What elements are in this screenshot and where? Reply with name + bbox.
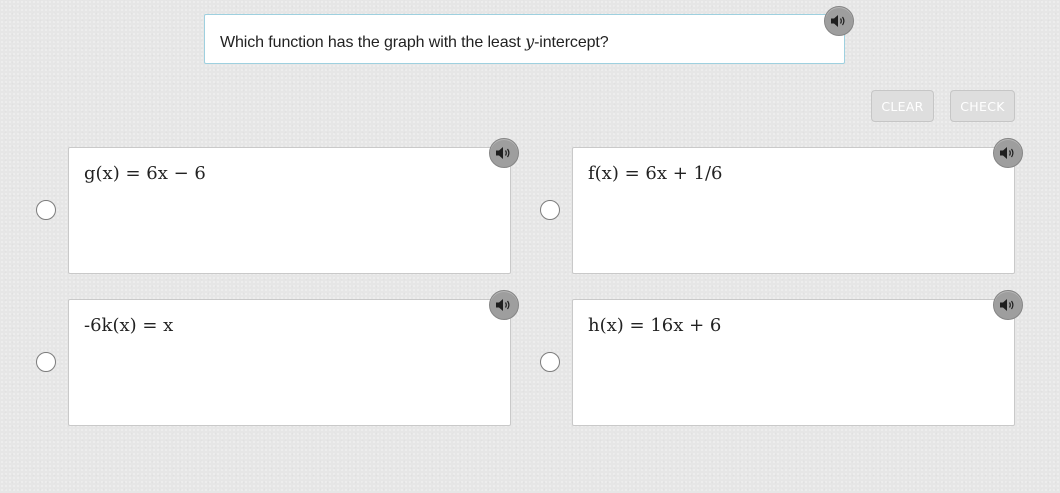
speaker-icon — [496, 299, 510, 311]
answer-option-4[interactable]: h(x) = 16x + 6 — [572, 299, 1015, 426]
answer-option-4-audio-button[interactable] — [993, 290, 1023, 320]
answer-radio-2[interactable] — [540, 200, 560, 220]
answer-option-2[interactable]: f(x) = 6x + 1/6 — [572, 147, 1015, 274]
question-variable: y — [525, 32, 535, 51]
question-audio-button[interactable] — [824, 6, 854, 36]
answer-option-1[interactable]: g(x) = 6x − 6 — [68, 147, 511, 274]
answer-option-1-text: g(x) = 6x − 6 — [84, 163, 206, 184]
clear-button[interactable]: CLEAR — [871, 90, 934, 122]
answer-radio-3[interactable] — [36, 352, 56, 372]
check-button[interactable]: CHECK — [950, 90, 1015, 122]
question-prompt: Which function has the graph with the le… — [204, 14, 845, 64]
answer-option-2-audio-button[interactable] — [993, 138, 1023, 168]
answer-option-2-text: f(x) = 6x + 1/6 — [588, 163, 723, 184]
speaker-icon — [1000, 147, 1014, 159]
question-text-suffix: -intercept? — [534, 34, 609, 51]
answer-option-3-audio-button[interactable] — [489, 290, 519, 320]
answer-option-1-audio-button[interactable] — [489, 138, 519, 168]
speaker-icon — [496, 147, 510, 159]
speaker-icon — [1000, 299, 1014, 311]
answer-option-3-text: -6k(x) = x — [84, 315, 174, 336]
question-text: Which function has the graph with the le… — [220, 32, 609, 52]
speaker-icon — [831, 15, 845, 27]
answer-radio-4[interactable] — [540, 352, 560, 372]
answer-option-4-text: h(x) = 16x + 6 — [588, 315, 722, 336]
answer-radio-1[interactable] — [36, 200, 56, 220]
question-text-prefix: Which function has the graph with the le… — [220, 34, 526, 51]
answer-option-3[interactable]: -6k(x) = x — [68, 299, 511, 426]
